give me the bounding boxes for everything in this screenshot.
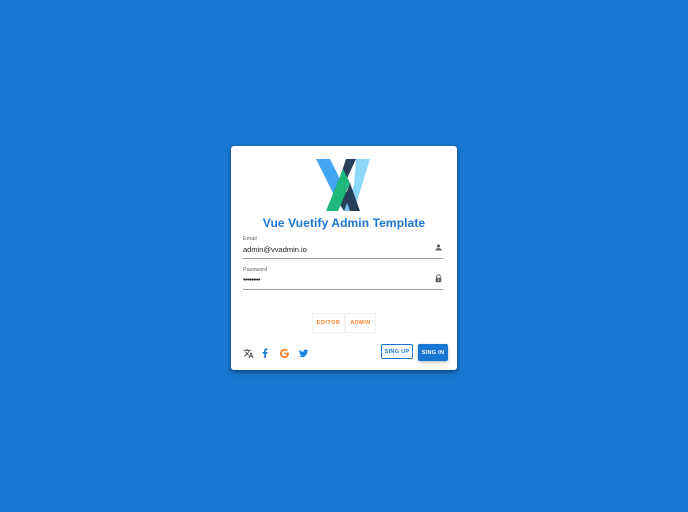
role-admin-button[interactable]: ADMIN bbox=[345, 313, 376, 333]
sign-in-button[interactable]: SING IN bbox=[418, 344, 448, 361]
lock-icon bbox=[435, 274, 442, 283]
translate-icon bbox=[242, 348, 254, 358]
translate-button[interactable] bbox=[242, 347, 254, 359]
twitter-icon bbox=[298, 349, 308, 357]
facebook-button[interactable] bbox=[259, 347, 271, 359]
email-field[interactable]: Email admin@vvadmin.io bbox=[243, 236, 443, 259]
facebook-icon bbox=[262, 348, 268, 358]
password-label: Password bbox=[243, 267, 268, 273]
sign-up-button[interactable]: SING UP bbox=[381, 344, 413, 359]
email-input[interactable]: admin@vvadmin.io bbox=[243, 245, 307, 254]
vuetify-admin-logo bbox=[316, 159, 370, 211]
twitter-button[interactable] bbox=[297, 347, 309, 359]
role-editor-button[interactable]: EDITOR bbox=[312, 313, 345, 333]
password-field[interactable]: Password •••••••• bbox=[243, 267, 443, 290]
google-button[interactable] bbox=[278, 347, 290, 359]
account-icon bbox=[435, 244, 442, 251]
google-icon bbox=[279, 348, 289, 358]
email-label: Email bbox=[243, 236, 257, 242]
login-card: Vue Vuetify Admin Template Email admin@v… bbox=[231, 146, 457, 370]
app-title: Vue Vuetify Admin Template bbox=[262, 216, 426, 230]
password-input[interactable]: •••••••• bbox=[243, 275, 261, 284]
